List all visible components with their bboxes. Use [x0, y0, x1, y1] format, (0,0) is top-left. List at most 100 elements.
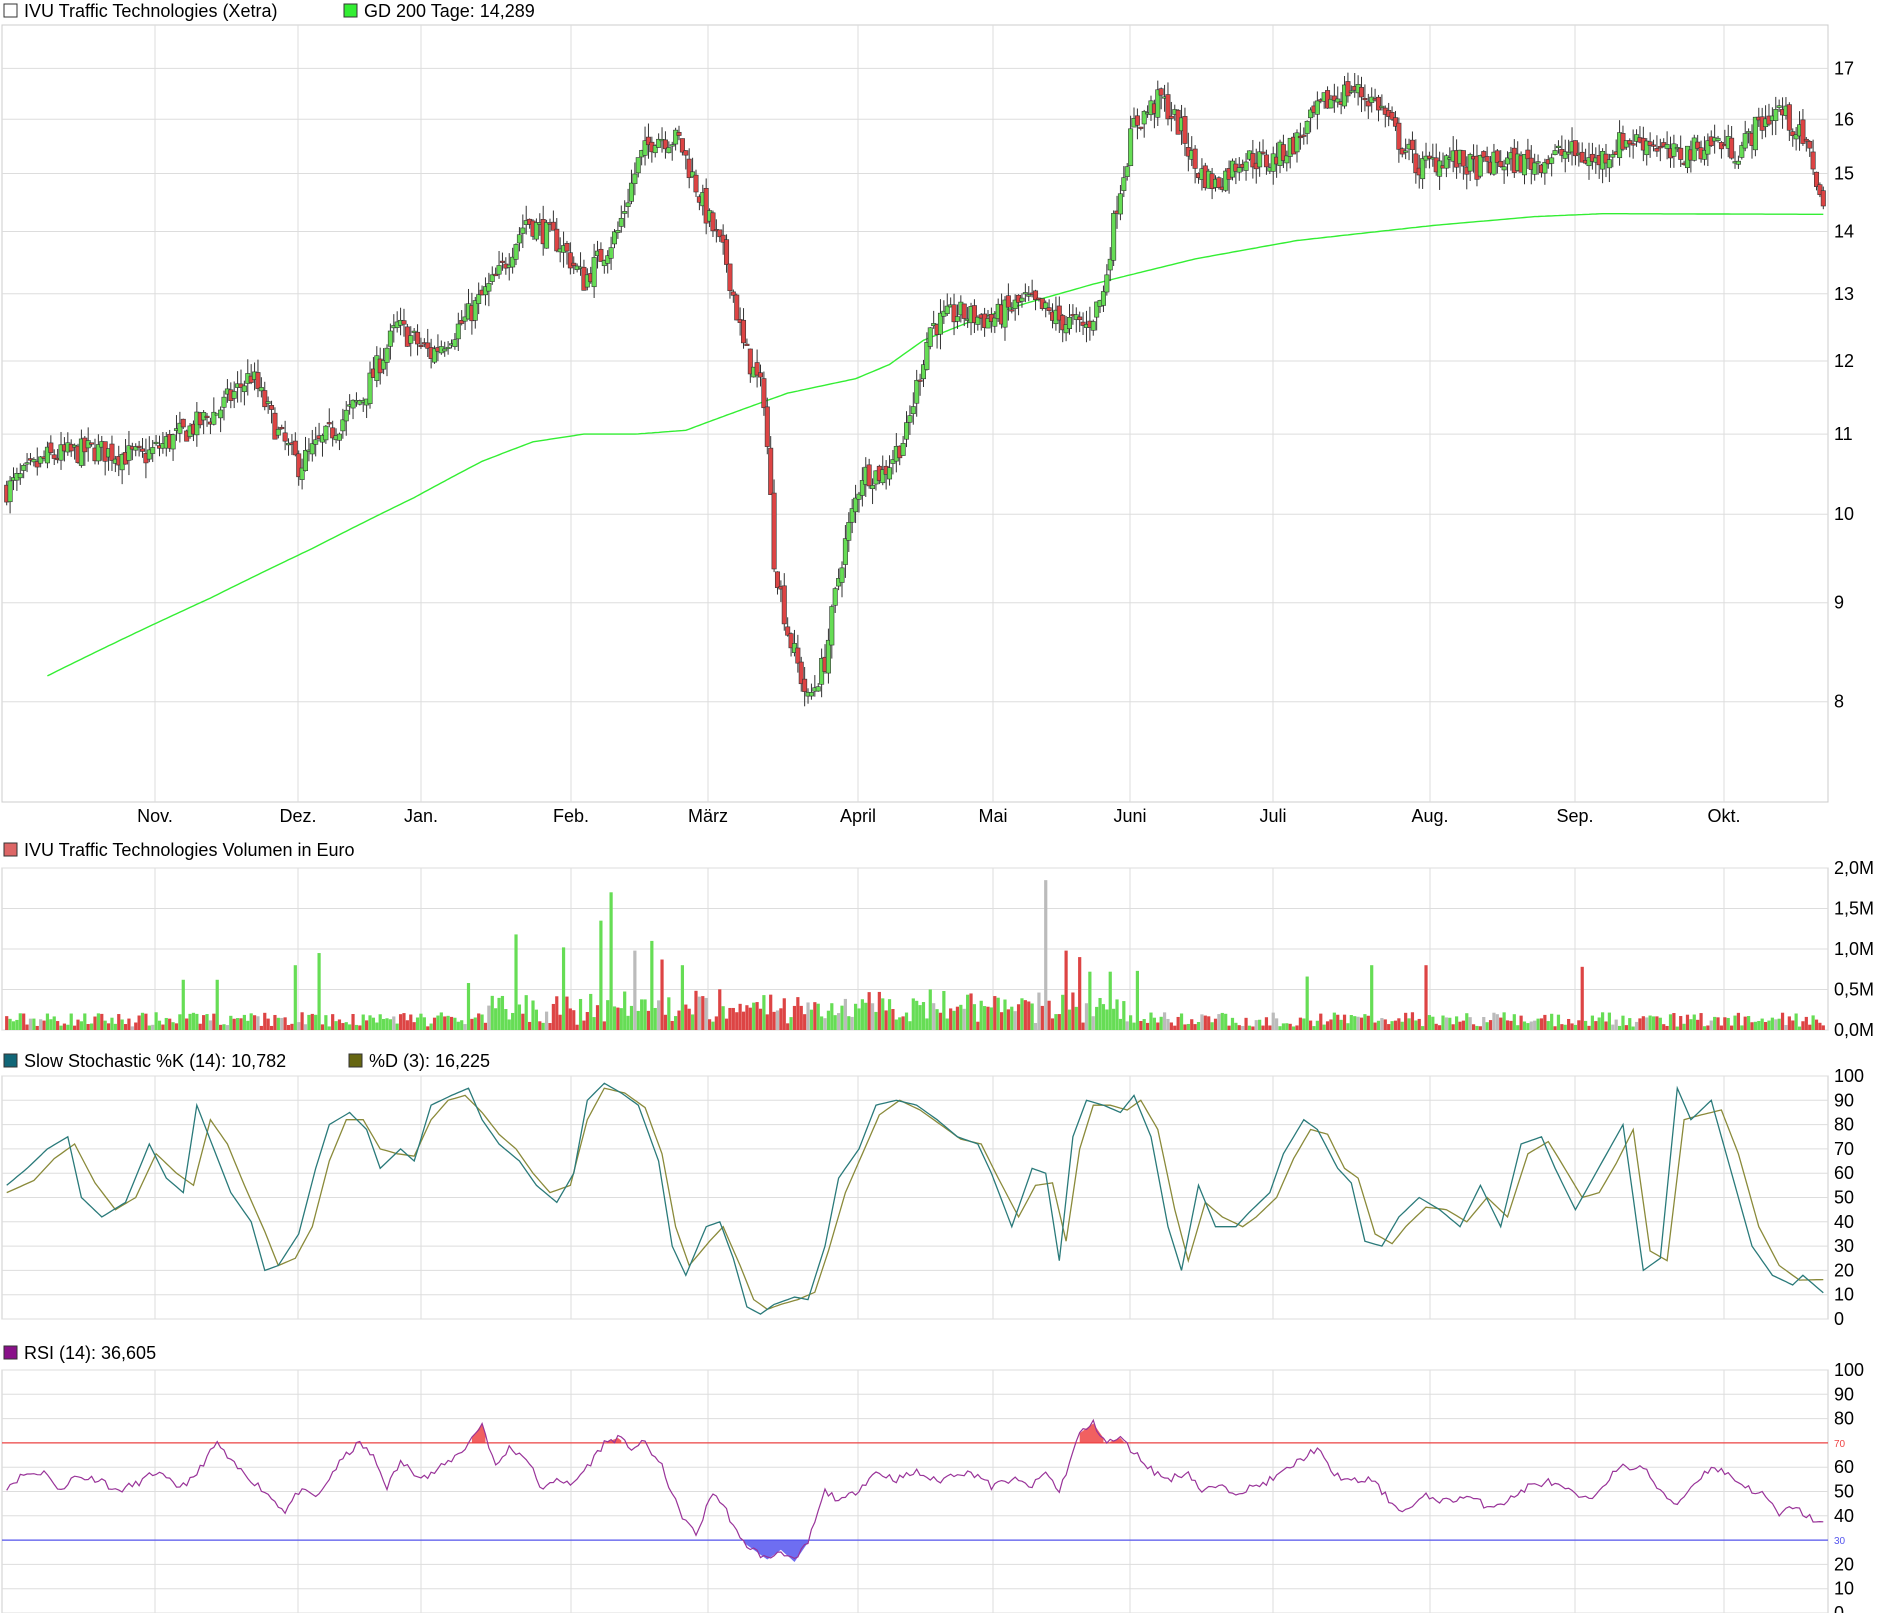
- volume-bar: [731, 1007, 735, 1030]
- candle-down: [758, 372, 764, 378]
- month-axis: Nov. Dez. Jan. Feb. März April Mai Juni Juli Aug.…: [137, 806, 1740, 826]
- volume-bar: [925, 1018, 929, 1030]
- volume-bar: [1580, 966, 1584, 1030]
- candle-up: [24, 462, 30, 465]
- legend-label-price: IVU Traffic Technologies (Xetra): [24, 1, 277, 21]
- volume-bar: [1356, 1016, 1360, 1030]
- rsi-tick-label: 50: [1834, 1482, 1854, 1502]
- candle-down: [1494, 150, 1500, 163]
- month-label: Juli: [1259, 806, 1286, 826]
- volume-bar: [358, 1025, 362, 1030]
- candle-down: [795, 647, 801, 664]
- volume-bar: [483, 1022, 488, 1030]
- volume-bar: [1281, 1023, 1286, 1030]
- volume-bar: [1584, 1020, 1588, 1030]
- candle-up: [1552, 150, 1558, 156]
- volume-bar: [677, 1010, 681, 1030]
- candle-down: [1009, 309, 1015, 312]
- candle-down: [1168, 115, 1174, 119]
- volume-bar: [11, 1021, 16, 1030]
- volume-bar: [595, 1005, 600, 1030]
- volume-bar: [1651, 1016, 1656, 1030]
- volume-bar: [314, 1014, 318, 1030]
- volume-bar: [674, 1016, 678, 1030]
- volume-bar: [32, 1018, 36, 1030]
- candle-up: [842, 538, 848, 565]
- volume-y-axis: 2,0M 1,5M 1,0M 0,5M 0,0M: [1834, 858, 1874, 1040]
- candle-up: [1104, 274, 1110, 293]
- volume-bar: [1196, 1022, 1201, 1030]
- candle-down: [1484, 156, 1490, 162]
- volume-bar: [1811, 1015, 1815, 1030]
- volume-bar: [575, 1024, 579, 1030]
- volume-bar: [578, 998, 583, 1030]
- volume-bar: [1804, 1016, 1808, 1030]
- volume-bar: [1454, 1016, 1459, 1030]
- volume-bar: [1499, 1017, 1503, 1030]
- candle-down: [1192, 148, 1198, 169]
- volume-bar: [290, 1023, 294, 1030]
- volume-bar: [140, 1012, 145, 1030]
- volume-bar: [1325, 1021, 1330, 1030]
- volume-bar: [500, 995, 505, 1030]
- candle-up: [622, 211, 628, 214]
- volume-bar: [470, 1018, 474, 1030]
- volume-bar: [1482, 1017, 1486, 1030]
- candle-down: [781, 585, 787, 625]
- candle-down: [1375, 96, 1381, 111]
- volume-bar: [300, 1012, 304, 1030]
- volume-bar: [1750, 1022, 1754, 1030]
- candle-down: [1460, 150, 1466, 167]
- rsi-tick-label: 40: [1834, 1506, 1854, 1526]
- candle-down: [1158, 88, 1164, 96]
- candle-up: [486, 283, 492, 292]
- volume-bar: [1628, 1018, 1632, 1030]
- volume-bar: [283, 1017, 287, 1030]
- volume-bar: [1312, 1026, 1316, 1030]
- volume-bar: [1380, 1018, 1384, 1030]
- candle-up: [632, 173, 638, 184]
- volume-bar: [853, 1003, 858, 1030]
- volume-bar: [1261, 1025, 1265, 1030]
- volume-bar: [1363, 1014, 1367, 1030]
- volume-bar: [42, 1020, 46, 1030]
- volume-bar: [208, 1020, 213, 1030]
- volume-bar: [1696, 1019, 1700, 1030]
- candle-down: [1359, 87, 1365, 98]
- volume-bar: [463, 1024, 467, 1030]
- volume-bar: [490, 995, 494, 1030]
- volume-bar: [1078, 957, 1082, 1030]
- volume-bar: [789, 1017, 793, 1030]
- volume-bar: [1084, 1003, 1089, 1030]
- volume-bar: [327, 1026, 331, 1030]
- volume-bar: [966, 994, 970, 1030]
- volume-bar: [1808, 1024, 1812, 1030]
- candle-up: [1284, 155, 1290, 164]
- volume-bar: [1512, 1014, 1516, 1030]
- candle-up: [815, 686, 821, 692]
- rsi-tick-label: 60: [1834, 1457, 1854, 1477]
- volume-bar: [1801, 1021, 1805, 1030]
- candle-down: [1216, 177, 1222, 188]
- candle-down: [1810, 151, 1816, 170]
- volume-bar: [996, 997, 1000, 1030]
- volume-bar: [1183, 1024, 1187, 1030]
- volume-bar: [972, 1004, 977, 1030]
- volume-bar: [246, 1020, 250, 1030]
- volume-bar: [185, 1018, 189, 1030]
- stochastic-tick-label: 90: [1834, 1090, 1854, 1110]
- volume-bar: [589, 993, 593, 1030]
- volume-bar: [1220, 1012, 1224, 1030]
- volume-bar: [1176, 1016, 1180, 1030]
- volume-bar: [1709, 1020, 1713, 1030]
- volume-bar: [487, 1005, 491, 1030]
- candle-down: [724, 239, 730, 265]
- volume-bar: [945, 1018, 949, 1030]
- volume-bar: [385, 1018, 389, 1030]
- volume-bar: [1770, 1017, 1774, 1030]
- candle-up: [1403, 150, 1409, 153]
- candle-down: [866, 464, 872, 487]
- volume-bar: [188, 1013, 192, 1030]
- volume-bar: [1400, 1021, 1404, 1030]
- candle-up: [309, 443, 315, 455]
